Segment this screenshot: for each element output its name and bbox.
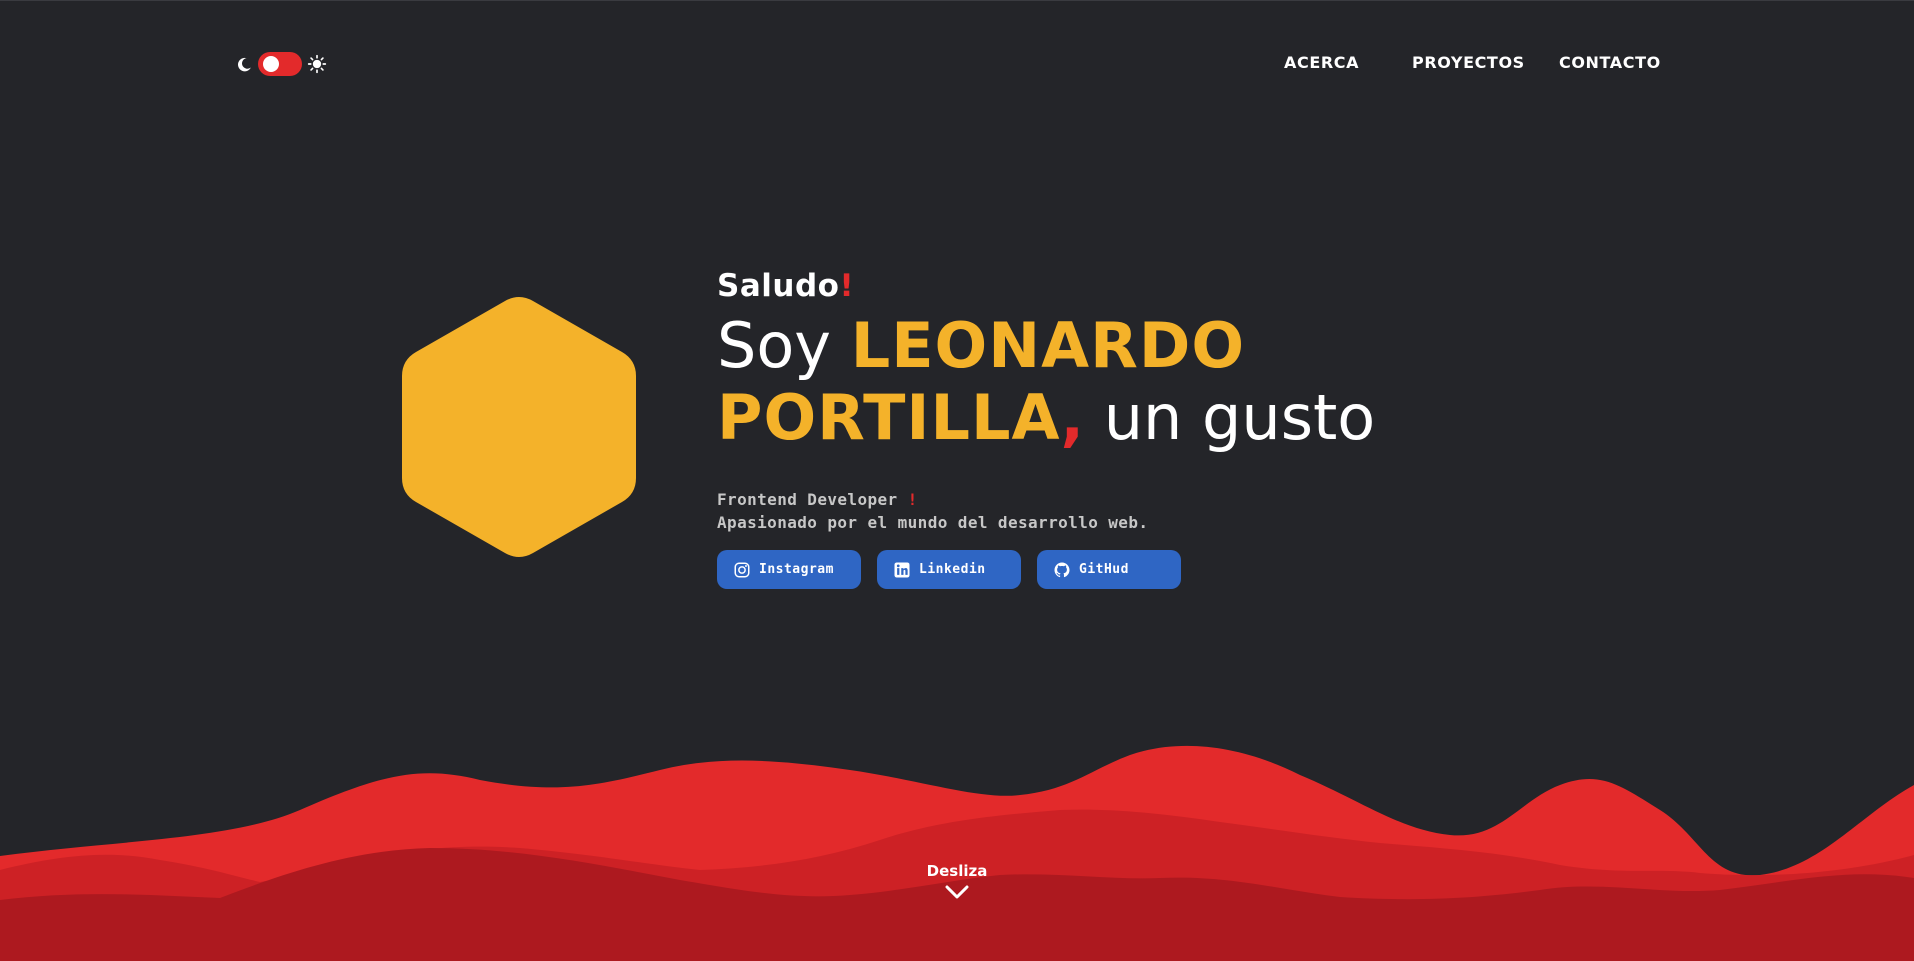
hero-description: Frontend Developer ! Apasionado por el m…: [717, 488, 1148, 534]
name-first: LEONARDO: [850, 309, 1246, 382]
instagram-icon: [733, 561, 751, 579]
hero-headline: Soy LEONARDO PORTILLA, un gusto: [717, 310, 1437, 454]
greeting: Saludo!: [717, 268, 854, 304]
nav-link-acerca[interactable]: ACERCA: [1284, 53, 1359, 72]
greeting-exclamation: !: [839, 268, 855, 304]
headline-suffix: un gusto: [1084, 381, 1376, 454]
instagram-label: Instagram: [759, 562, 834, 577]
decorative-waves: [0, 745, 1914, 961]
headline-comma: ,: [1060, 381, 1085, 454]
nav-link-contacto[interactable]: CONTACTO: [1559, 53, 1661, 72]
role-exclamation: !: [907, 490, 918, 509]
name-last: PORTILLA: [717, 381, 1061, 454]
headline-prefix: Soy: [717, 309, 851, 382]
social-links: Instagram Linkedin GitHud: [717, 550, 1181, 589]
linkedin-button[interactable]: Linkedin: [877, 550, 1021, 589]
scroll-hint[interactable]: Desliza: [0, 862, 1914, 904]
tagline-text: Apasionado por el mundo del desarrollo w…: [717, 513, 1149, 532]
github-button[interactable]: GitHud: [1037, 550, 1181, 589]
linkedin-icon: [893, 561, 911, 579]
chevron-down-icon: [944, 884, 970, 904]
nav-link-proyectos[interactable]: PROYECTOS: [1412, 53, 1525, 72]
greeting-text: Saludo: [717, 268, 840, 304]
top-border: [0, 0, 1914, 1]
role-text: Frontend Developer: [717, 490, 898, 509]
instagram-button[interactable]: Instagram: [717, 550, 861, 589]
hexagon-avatar: [402, 297, 636, 557]
github-label: GitHud: [1079, 562, 1129, 577]
scroll-label: Desliza: [926, 862, 988, 880]
github-icon: [1053, 561, 1071, 579]
main-nav: ACERCA PROYECTOS CONTACTO: [0, 53, 1914, 77]
linkedin-label: Linkedin: [919, 562, 986, 577]
